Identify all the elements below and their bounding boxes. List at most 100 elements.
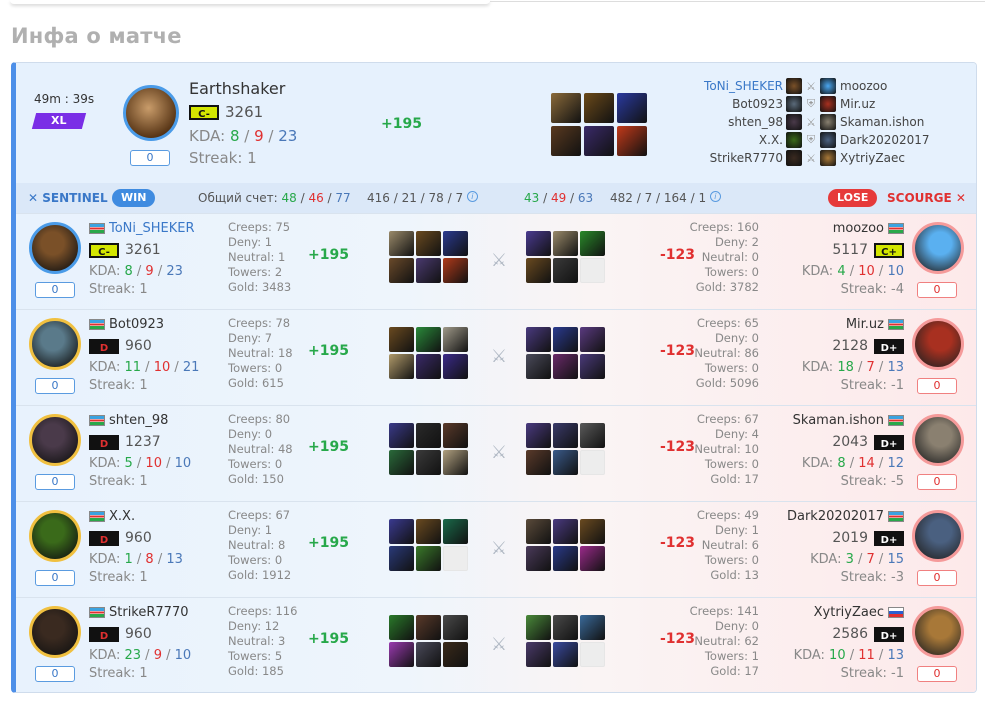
item-icon[interactable]: [551, 93, 581, 123]
item-icon[interactable]: [526, 519, 551, 544]
player-name[interactable]: Dark20202017: [787, 509, 904, 524]
player-avatar[interactable]: [912, 510, 964, 562]
roster-right-name[interactable]: Mir.uz: [836, 97, 875, 111]
player-name[interactable]: XytriyZaec: [814, 605, 904, 620]
player-avatar[interactable]: [912, 606, 964, 658]
player-name-text[interactable]: X.X.: [109, 509, 135, 524]
item-icon[interactable]: [526, 258, 551, 283]
roster-right-name[interactable]: moozoo: [836, 79, 887, 93]
roster-right-name[interactable]: Skaman.ishon: [836, 115, 924, 129]
player-name[interactable]: moozoo: [833, 221, 904, 236]
player-avatar[interactable]: [29, 510, 81, 562]
player-name-text[interactable]: moozoo: [833, 221, 884, 236]
item-icon[interactable]: [389, 423, 414, 448]
item-icon[interactable]: [416, 450, 441, 475]
item-icon[interactable]: [443, 615, 468, 640]
item-icon[interactable]: [416, 642, 441, 667]
item-icon[interactable]: [580, 546, 605, 571]
item-icon[interactable]: [580, 615, 605, 640]
item-icon[interactable]: [526, 546, 551, 571]
player-avatar[interactable]: [29, 318, 81, 370]
player-avatar[interactable]: [29, 414, 81, 466]
item-icon[interactable]: [416, 546, 441, 571]
player-avatar[interactable]: [912, 414, 964, 466]
item-icon[interactable]: [526, 327, 551, 352]
player-avatar[interactable]: [29, 606, 81, 658]
item-icon[interactable]: [443, 327, 468, 352]
item-icon[interactable]: [553, 231, 578, 256]
item-icon[interactable]: [580, 519, 605, 544]
item-icon[interactable]: [553, 327, 578, 352]
item-icon[interactable]: [580, 327, 605, 352]
player-name[interactable]: Bot0923: [89, 317, 164, 332]
item-icon[interactable]: [553, 354, 578, 379]
item-icon[interactable]: [553, 546, 578, 571]
player-name[interactable]: ToNi_SHEKER: [89, 221, 195, 236]
item-icon[interactable]: [389, 258, 414, 283]
item-icon[interactable]: [389, 615, 414, 640]
item-icon[interactable]: [389, 450, 414, 475]
info-icon[interactable]: i: [466, 191, 478, 202]
item-icon[interactable]: [526, 231, 551, 256]
player-name-text[interactable]: XytriyZaec: [814, 605, 884, 620]
roster-left-name[interactable]: Bot0923: [636, 97, 786, 111]
item-icon[interactable]: [389, 231, 414, 256]
item-icon[interactable]: [389, 642, 414, 667]
item-icon[interactable]: [416, 423, 441, 448]
item-icon[interactable]: [416, 327, 441, 352]
player-name-text[interactable]: shten_98: [109, 413, 168, 428]
player-avatar[interactable]: [912, 318, 964, 370]
item-icon[interactable]: [553, 615, 578, 640]
item-icon[interactable]: [389, 519, 414, 544]
player-name[interactable]: Skaman.ishon: [793, 413, 904, 428]
item-icon[interactable]: [416, 615, 441, 640]
item-icon[interactable]: [443, 519, 468, 544]
item-icon[interactable]: [416, 519, 441, 544]
item-icon[interactable]: [551, 126, 581, 156]
player-avatar[interactable]: [29, 222, 81, 274]
player-name[interactable]: X.X.: [89, 509, 135, 524]
player-name[interactable]: StrikeR7770: [89, 605, 189, 620]
item-icon[interactable]: [580, 231, 605, 256]
roster-left-name[interactable]: shten_98: [636, 115, 786, 129]
item-icon[interactable]: [526, 423, 551, 448]
item-icon[interactable]: [553, 642, 578, 667]
item-icon[interactable]: [443, 231, 468, 256]
item-icon[interactable]: [443, 450, 468, 475]
item-icon[interactable]: [443, 423, 468, 448]
roster-left-name[interactable]: X.X.: [636, 133, 786, 147]
player-name-text[interactable]: Skaman.ishon: [793, 413, 884, 428]
item-icon[interactable]: [580, 354, 605, 379]
player-name[interactable]: shten_98: [89, 413, 168, 428]
roster-left-name[interactable]: ToNi_SHEKER: [636, 79, 786, 93]
item-icon[interactable]: [580, 423, 605, 448]
roster-right-name[interactable]: Dark20202017: [836, 133, 930, 147]
player-name[interactable]: Mir.uz: [846, 317, 904, 332]
item-icon[interactable]: [526, 354, 551, 379]
player-avatar[interactable]: [912, 222, 964, 274]
player-name-text[interactable]: StrikeR7770: [109, 605, 189, 620]
item-icon[interactable]: [443, 258, 468, 283]
item-icon[interactable]: [526, 642, 551, 667]
player-name-text[interactable]: ToNi_SHEKER: [109, 221, 195, 236]
player-name-text[interactable]: Mir.uz: [846, 317, 884, 332]
item-icon[interactable]: [416, 354, 441, 379]
item-icon[interactable]: [389, 546, 414, 571]
info-icon[interactable]: i: [709, 191, 721, 202]
item-icon[interactable]: [584, 126, 614, 156]
item-icon[interactable]: [526, 615, 551, 640]
roster-left-name[interactable]: StrikeR7770: [636, 151, 786, 165]
item-icon[interactable]: [553, 519, 578, 544]
item-icon[interactable]: [416, 258, 441, 283]
item-icon[interactable]: [416, 231, 441, 256]
item-icon[interactable]: [389, 354, 414, 379]
item-icon[interactable]: [584, 93, 614, 123]
item-icon[interactable]: [553, 258, 578, 283]
item-icon[interactable]: [389, 327, 414, 352]
item-icon[interactable]: [443, 354, 468, 379]
hero-avatar[interactable]: [123, 85, 179, 141]
item-icon[interactable]: [553, 450, 578, 475]
item-icon[interactable]: [443, 642, 468, 667]
player-name-text[interactable]: Dark20202017: [787, 509, 884, 524]
player-name-text[interactable]: Bot0923: [109, 317, 164, 332]
